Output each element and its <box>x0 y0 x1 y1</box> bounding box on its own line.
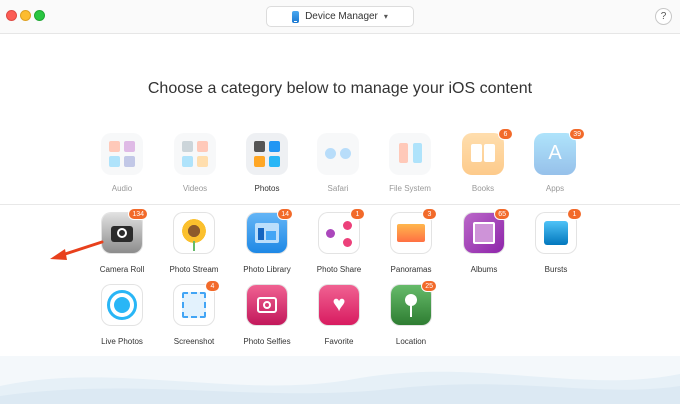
phone-icon <box>292 10 300 23</box>
audio-icon <box>101 133 143 175</box>
videos-icon <box>174 133 216 175</box>
sunflower-icon <box>174 213 214 253</box>
tile-photo-library[interactable]: 14 Photo Library <box>229 208 305 274</box>
tile-label: Panoramas <box>390 265 432 274</box>
category-photos[interactable]: Photos <box>232 133 302 193</box>
category-label: Apps <box>545 184 565 193</box>
category-label: Photos <box>254 184 280 193</box>
photo-library-icon: 14 <box>247 208 293 253</box>
category-label: Safari <box>327 184 349 193</box>
apps-count-badge: 39 <box>569 128 585 140</box>
location-pin-icon: 25 <box>391 280 437 325</box>
camera-icon: 134 <box>102 208 148 253</box>
tile-label: Camera Roll <box>99 265 145 274</box>
heart-icon: ♥ <box>319 285 359 325</box>
albums-icon: 65 <box>464 208 510 253</box>
category-file-system[interactable]: File System <box>375 133 445 193</box>
books-count-badge: 6 <box>498 128 513 140</box>
close-window-button[interactable] <box>6 10 17 21</box>
tile-panoramas[interactable]: 3 Panoramas <box>373 208 449 274</box>
page-title: Choose a category below to manage your i… <box>147 80 533 97</box>
decorative-wave <box>0 356 680 404</box>
tile-screenshot[interactable]: 4 Screenshot <box>156 280 232 346</box>
title-bar: Device Manager ▾ ? <box>0 0 680 34</box>
tile-label: Bursts <box>544 265 568 274</box>
pointer-arrow-icon <box>50 240 104 260</box>
help-button[interactable]: ? <box>655 8 672 25</box>
tile-bursts[interactable]: 1 Bursts <box>518 208 594 274</box>
category-label: Audio <box>111 184 133 193</box>
tile-label: Location <box>395 337 427 346</box>
category-apps[interactable]: A 39 Apps <box>520 128 590 193</box>
tile-photo-share[interactable]: 1 Photo Share <box>301 208 377 274</box>
screenshot-icon: 4 <box>174 280 220 325</box>
tile-label: Photo Library <box>243 265 291 274</box>
safari-icon <box>317 133 359 175</box>
device-selector[interactable]: Device Manager ▾ <box>266 6 414 27</box>
tile-label: Live Photos <box>101 337 143 346</box>
selfie-camera-icon <box>247 285 287 325</box>
tile-photo-selfies[interactable]: Photo Selfies <box>229 285 305 346</box>
panorama-icon: 3 <box>391 208 437 253</box>
count-badge: 1 <box>350 208 365 220</box>
books-icon <box>462 133 504 175</box>
live-photos-icon <box>102 285 142 325</box>
category-books[interactable]: 6 Books <box>448 128 518 193</box>
tile-label: Photo Stream <box>169 265 219 274</box>
category-safari[interactable]: Safari <box>303 133 373 193</box>
minimize-window-button[interactable] <box>20 10 31 21</box>
tile-label: Screenshot <box>173 337 215 346</box>
app-store-icon: A <box>534 133 576 175</box>
tile-favorite[interactable]: ♥ Favorite <box>301 285 377 346</box>
bursts-icon: 1 <box>536 208 582 253</box>
count-badge: 14 <box>277 208 293 220</box>
category-label: Videos <box>182 184 208 193</box>
tile-live-photos[interactable]: Live Photos <box>84 285 160 346</box>
tile-label: Albums <box>470 265 498 274</box>
category-label: File System <box>389 184 431 193</box>
category-audio[interactable]: Audio <box>87 133 157 193</box>
tile-photo-stream[interactable]: Photo Stream <box>156 213 232 274</box>
device-label: Device Manager <box>305 11 378 22</box>
category-label: Books <box>471 184 495 193</box>
tile-label: Photo Selfies <box>243 337 291 346</box>
photos-icon <box>246 133 288 175</box>
count-badge: 25 <box>421 280 437 292</box>
count-badge: 4 <box>205 280 220 292</box>
maximize-window-button[interactable] <box>34 10 45 21</box>
count-badge: 3 <box>422 208 437 220</box>
file-system-icon <box>389 133 431 175</box>
chevron-down-icon: ▾ <box>383 12 388 21</box>
tile-location[interactable]: 25 Location <box>373 280 449 346</box>
share-icon: 1 <box>319 208 365 253</box>
tile-label: Photo Share <box>316 265 362 274</box>
count-badge: 1 <box>567 208 582 220</box>
count-badge: 65 <box>494 208 510 220</box>
tile-albums[interactable]: 65 Albums <box>446 208 522 274</box>
tile-label: Favorite <box>324 337 354 346</box>
count-badge: 134 <box>128 208 148 220</box>
category-videos[interactable]: Videos <box>160 133 230 193</box>
